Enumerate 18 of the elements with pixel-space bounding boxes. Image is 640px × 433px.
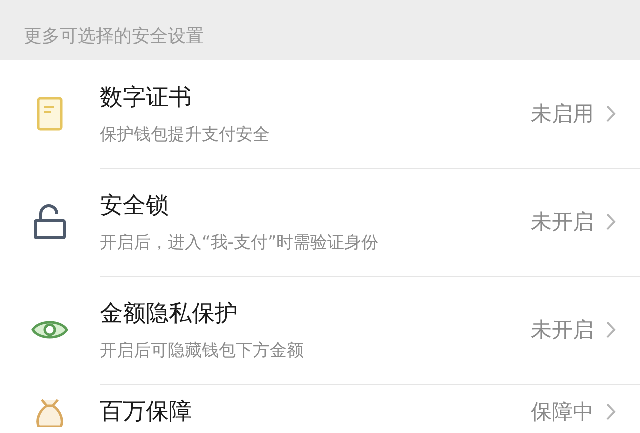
setting-status: 未开启 — [531, 208, 594, 236]
setting-title[interactable]: 百万保障 — [100, 396, 531, 427]
setting-status: 保障中 — [531, 398, 594, 426]
setting-status: 未启用 — [531, 100, 594, 128]
chevron-right-icon — [606, 212, 616, 230]
setting-title[interactable]: 金额隐私保护 — [100, 298, 531, 328]
setting-description: 保护钱包提升支付安全 — [100, 124, 271, 146]
document-icon — [37, 97, 63, 131]
setting-status: 未开启 — [531, 316, 594, 344]
setting-description: 开启后可隐藏钱包下方金额 — [100, 340, 305, 362]
setting-description: 开启后，进入“我-支付”时需验证身份 — [100, 232, 380, 254]
setting-title[interactable]: 安全锁 — [100, 190, 531, 220]
section-header: 更多可选择的安全设置 — [24, 25, 204, 48]
chevron-right-icon — [606, 320, 616, 338]
setting-title[interactable]: 数字证书 — [100, 82, 531, 112]
chevron-right-icon — [606, 104, 616, 122]
lock-icon — [34, 204, 66, 240]
chevron-right-icon — [606, 402, 616, 420]
